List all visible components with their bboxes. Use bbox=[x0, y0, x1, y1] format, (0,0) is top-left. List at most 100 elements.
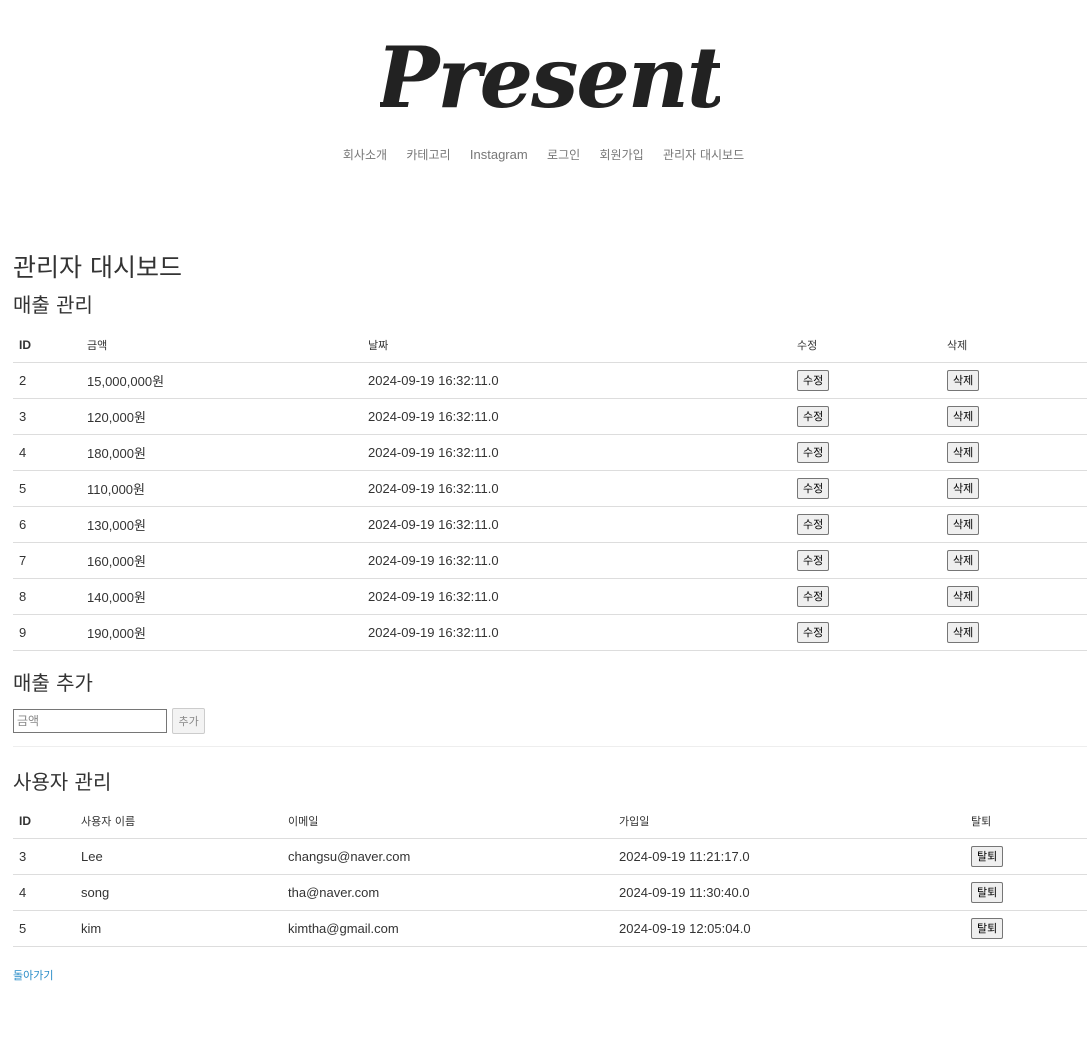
sales-edit-cell: 수정 bbox=[791, 614, 941, 651]
users-col-withdraw: 탈퇴 bbox=[965, 804, 1087, 839]
withdraw-button[interactable]: 탈퇴 bbox=[971, 846, 1004, 867]
sales-col-edit: 수정 bbox=[791, 328, 941, 363]
edit-button[interactable]: 수정 bbox=[797, 370, 830, 391]
user-name: Lee bbox=[75, 838, 282, 875]
sales-date: 2024-09-19 16:32:11.0 bbox=[362, 398, 791, 435]
table-row: 4 180,000원 2024-09-19 16:32:11.0 수정 삭제 bbox=[13, 434, 1087, 471]
edit-button[interactable]: 수정 bbox=[797, 478, 830, 499]
sales-col-amount: 금액 bbox=[81, 328, 362, 363]
users-table: ID 사용자 이름 이메일 가입일 탈퇴 3 Lee changsu@naver… bbox=[13, 804, 1087, 947]
edit-button[interactable]: 수정 bbox=[797, 586, 830, 607]
users-col-email: 이메일 bbox=[282, 804, 613, 839]
nav-item-instagram[interactable]: Instagram bbox=[470, 147, 528, 162]
user-id: 4 bbox=[13, 874, 75, 911]
table-row: 7 160,000원 2024-09-19 16:32:11.0 수정 삭제 bbox=[13, 542, 1087, 579]
delete-button[interactable]: 삭제 bbox=[947, 406, 980, 427]
table-row: 5 110,000원 2024-09-19 16:32:11.0 수정 삭제 bbox=[13, 470, 1087, 507]
nav-item-admin-dashboard[interactable]: 관리자 대시보드 bbox=[663, 146, 744, 163]
add-button[interactable]: 추가 bbox=[172, 708, 205, 734]
table-row: 2 15,000,000원 2024-09-19 16:32:11.0 수정 삭… bbox=[13, 362, 1087, 399]
user-email: tha@naver.com bbox=[282, 874, 613, 911]
withdraw-button[interactable]: 탈퇴 bbox=[971, 882, 1004, 903]
sales-delete-cell: 삭제 bbox=[941, 398, 1087, 435]
section-divider bbox=[13, 746, 1087, 747]
nav-item-login[interactable]: 로그인 bbox=[547, 146, 580, 163]
sales-date: 2024-09-19 16:32:11.0 bbox=[362, 362, 791, 399]
sales-col-date: 날짜 bbox=[362, 328, 791, 363]
sales-table: ID 금액 날짜 수정 삭제 2 15,000,000원 2024-09-19 … bbox=[13, 328, 1087, 651]
sales-amount: 15,000,000원 bbox=[81, 362, 362, 399]
back-link[interactable]: 돌아가기 bbox=[13, 967, 53, 983]
delete-button[interactable]: 삭제 bbox=[947, 442, 980, 463]
table-row: 4 song tha@naver.com 2024-09-19 11:30:40… bbox=[13, 874, 1087, 911]
nav-item-category[interactable]: 카테고리 bbox=[406, 146, 450, 163]
user-withdraw-cell: 탈퇴 bbox=[965, 874, 1087, 911]
users-col-id: ID bbox=[13, 804, 75, 839]
sales-date: 2024-09-19 16:32:11.0 bbox=[362, 578, 791, 615]
sales-delete-cell: 삭제 bbox=[941, 542, 1087, 579]
sales-edit-cell: 수정 bbox=[791, 578, 941, 615]
sales-date: 2024-09-19 16:32:11.0 bbox=[362, 506, 791, 543]
edit-button[interactable]: 수정 bbox=[797, 442, 830, 463]
amount-input[interactable] bbox=[13, 709, 167, 733]
sales-id: 7 bbox=[13, 542, 81, 579]
sales-delete-cell: 삭제 bbox=[941, 434, 1087, 471]
edit-button[interactable]: 수정 bbox=[797, 406, 830, 427]
edit-button[interactable]: 수정 bbox=[797, 514, 830, 535]
sales-col-id: ID bbox=[13, 328, 81, 363]
user-name: song bbox=[75, 874, 282, 911]
sales-id: 4 bbox=[13, 434, 81, 471]
table-row: 3 Lee changsu@naver.com 2024-09-19 11:21… bbox=[13, 838, 1087, 875]
sales-id: 9 bbox=[13, 614, 81, 651]
table-row: 9 190,000원 2024-09-19 16:32:11.0 수정 삭제 bbox=[13, 614, 1087, 651]
delete-button[interactable]: 삭제 bbox=[947, 514, 980, 535]
sales-edit-cell: 수정 bbox=[791, 470, 941, 507]
sales-delete-cell: 삭제 bbox=[941, 506, 1087, 543]
sales-amount: 120,000원 bbox=[81, 398, 362, 435]
sales-delete-cell: 삭제 bbox=[941, 470, 1087, 507]
sales-amount: 110,000원 bbox=[81, 470, 362, 507]
page-title: 관리자 대시보드 bbox=[13, 253, 182, 282]
sales-id: 2 bbox=[13, 362, 81, 399]
sales-date: 2024-09-19 16:32:11.0 bbox=[362, 542, 791, 579]
delete-button[interactable]: 삭제 bbox=[947, 622, 980, 643]
sales-amount: 160,000원 bbox=[81, 542, 362, 579]
sales-edit-cell: 수정 bbox=[791, 542, 941, 579]
table-row: 5 kim kimtha@gmail.com 2024-09-19 12:05:… bbox=[13, 910, 1087, 947]
sales-delete-cell: 삭제 bbox=[941, 614, 1087, 651]
delete-button[interactable]: 삭제 bbox=[947, 586, 980, 607]
user-joined: 2024-09-19 11:21:17.0 bbox=[613, 838, 965, 875]
nav-item-signup[interactable]: 회원가입 bbox=[600, 146, 644, 163]
table-row: 3 120,000원 2024-09-19 16:32:11.0 수정 삭제 bbox=[13, 398, 1087, 435]
user-joined: 2024-09-19 11:30:40.0 bbox=[613, 874, 965, 911]
delete-button[interactable]: 삭제 bbox=[947, 478, 980, 499]
nav-item-about[interactable]: 회사소개 bbox=[343, 146, 387, 163]
users-col-joined: 가입일 bbox=[613, 804, 965, 839]
sales-edit-cell: 수정 bbox=[791, 398, 941, 435]
edit-button[interactable]: 수정 bbox=[797, 550, 830, 571]
user-id: 3 bbox=[13, 838, 75, 875]
add-sales-form: 추가 bbox=[13, 708, 205, 734]
sales-date: 2024-09-19 16:32:11.0 bbox=[362, 434, 791, 471]
users-header-row: ID 사용자 이름 이메일 가입일 탈퇴 bbox=[13, 804, 1087, 839]
brand-logo[interactable]: Present bbox=[380, 22, 720, 132]
withdraw-button[interactable]: 탈퇴 bbox=[971, 918, 1004, 939]
delete-button[interactable]: 삭제 bbox=[947, 550, 980, 571]
edit-button[interactable]: 수정 bbox=[797, 622, 830, 643]
sales-delete-cell: 삭제 bbox=[941, 362, 1087, 399]
user-joined: 2024-09-19 12:05:04.0 bbox=[613, 910, 965, 947]
sales-id: 6 bbox=[13, 506, 81, 543]
table-row: 8 140,000원 2024-09-19 16:32:11.0 수정 삭제 bbox=[13, 578, 1087, 615]
sales-id: 3 bbox=[13, 398, 81, 435]
users-col-name: 사용자 이름 bbox=[75, 804, 282, 839]
sales-id: 5 bbox=[13, 470, 81, 507]
sales-heading: 매출 관리 bbox=[13, 293, 93, 317]
sales-date: 2024-09-19 16:32:11.0 bbox=[362, 470, 791, 507]
user-email: kimtha@gmail.com bbox=[282, 910, 613, 947]
sales-header-row: ID 금액 날짜 수정 삭제 bbox=[13, 328, 1087, 363]
delete-button[interactable]: 삭제 bbox=[947, 370, 980, 391]
user-id: 5 bbox=[13, 910, 75, 947]
sales-amount: 130,000원 bbox=[81, 506, 362, 543]
user-email: changsu@naver.com bbox=[282, 838, 613, 875]
sales-id: 8 bbox=[13, 578, 81, 615]
